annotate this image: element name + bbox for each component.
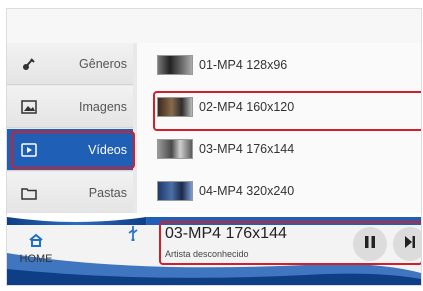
now-playing-artist: Artista desconhecido <box>165 249 249 259</box>
sidebar-item-pastas[interactable]: Pastas <box>7 172 133 214</box>
video-list: 01-MP4 128x96 02-MP4 160x120 03-MP4 176x… <box>143 45 421 219</box>
video-name: 04-MP4 320x240 <box>199 184 295 198</box>
sidebar-item-generos[interactable]: Gêneros <box>7 43 133 85</box>
folder-icon <box>19 184 39 202</box>
media-player-window: Gêneros Imagens Vídeos Pastas 01-MP4 128… <box>6 8 422 286</box>
sidebar-item-label: Vídeos <box>88 142 127 157</box>
guitar-icon <box>19 55 39 73</box>
list-item[interactable]: 01-MP4 128x96 <box>157 47 419 83</box>
video-name: 03-MP4 176x144 <box>199 142 295 156</box>
list-item[interactable]: 02-MP4 160x120 <box>157 89 419 125</box>
video-icon <box>19 141 39 159</box>
sidebar: Gêneros Imagens Vídeos Pastas <box>7 43 137 219</box>
video-name: 01-MP4 128x96 <box>199 58 288 72</box>
video-thumbnail <box>157 55 193 75</box>
usb-icon <box>127 225 139 245</box>
now-playing[interactable]: 03-MP4 176x144 Artista desconhecido <box>159 221 421 265</box>
video-thumbnail <box>157 139 193 159</box>
pause-icon <box>364 235 376 253</box>
image-icon <box>19 98 39 116</box>
home-icon <box>28 233 44 250</box>
video-thumbnail <box>157 97 193 117</box>
pause-button[interactable] <box>353 227 387 261</box>
next-button[interactable] <box>393 227 421 261</box>
video-name: 02-MP4 160x120 <box>199 100 295 114</box>
home-label: HOME <box>19 253 53 265</box>
list-item[interactable]: 04-MP4 320x240 <box>157 173 419 209</box>
sidebar-item-label: Imagens <box>79 99 127 114</box>
sidebar-item-imagens[interactable]: Imagens <box>7 86 133 128</box>
sidebar-item-label: Gêneros <box>79 56 127 71</box>
bottom-bar: HOME 03-MP4 176x144 Artista desconhecido <box>7 213 421 285</box>
top-strip <box>7 9 421 43</box>
video-thumbnail <box>157 181 193 201</box>
sidebar-item-label: Pastas <box>88 185 127 200</box>
home-button[interactable]: HOME <box>13 233 59 273</box>
sidebar-item-videos[interactable]: Vídeos <box>7 129 133 171</box>
now-playing-title: 03-MP4 176x144 <box>165 225 287 242</box>
list-item[interactable]: 03-MP4 176x144 <box>157 131 419 167</box>
next-icon <box>404 235 416 253</box>
